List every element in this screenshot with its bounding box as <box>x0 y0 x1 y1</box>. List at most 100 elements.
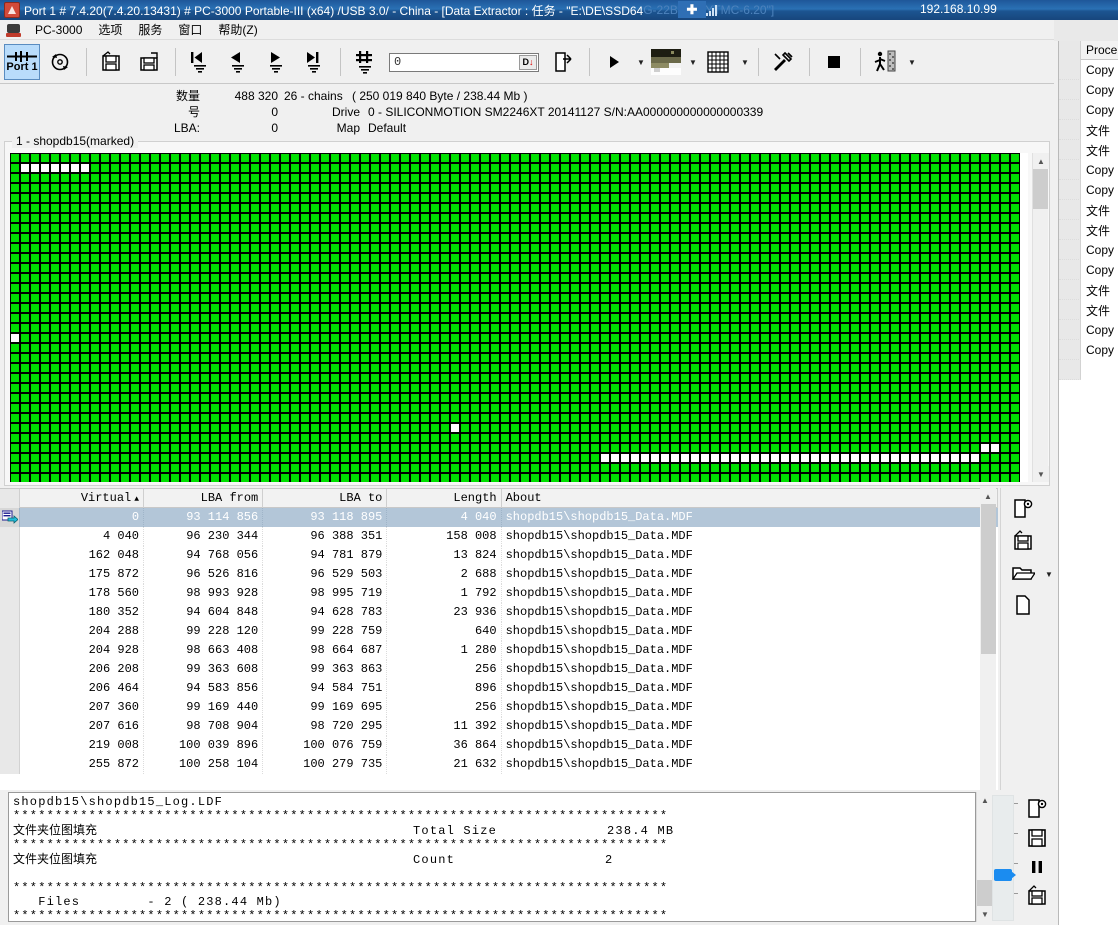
map-cell[interactable] <box>640 333 650 343</box>
map-cell[interactable] <box>260 323 270 333</box>
map-cell[interactable] <box>560 423 570 433</box>
map-cell[interactable] <box>170 293 180 303</box>
map-cell[interactable] <box>820 293 830 303</box>
map-cell[interactable] <box>420 403 430 413</box>
map-cell[interactable] <box>560 303 570 313</box>
map-cell[interactable] <box>850 353 860 363</box>
map-cell[interactable] <box>10 233 20 243</box>
map-cell[interactable] <box>70 473 80 482</box>
map-cell[interactable] <box>210 473 220 482</box>
map-cell[interactable] <box>830 463 840 473</box>
map-cell[interactable] <box>720 343 730 353</box>
map-cell[interactable] <box>560 253 570 263</box>
map-cell[interactable] <box>950 293 960 303</box>
map-cell[interactable] <box>150 253 160 263</box>
map-cell[interactable] <box>110 393 120 403</box>
column-header-virtual[interactable]: Virtual ▲ <box>20 489 145 508</box>
map-cell[interactable] <box>800 413 810 423</box>
map-cell[interactable] <box>30 253 40 263</box>
map-cell[interactable] <box>520 443 530 453</box>
map-cell[interactable] <box>620 413 630 423</box>
map-cell[interactable] <box>930 163 940 173</box>
map-cell[interactable] <box>270 373 280 383</box>
map-cell[interactable] <box>580 183 590 193</box>
map-cell[interactable] <box>480 203 490 213</box>
map-cell[interactable] <box>140 193 150 203</box>
map-cell[interactable] <box>560 293 570 303</box>
map-cell[interactable] <box>80 263 90 273</box>
map-cell[interactable] <box>470 233 480 243</box>
map-cell[interactable] <box>780 463 790 473</box>
map-cell[interactable] <box>220 333 230 343</box>
map-cell[interactable] <box>800 333 810 343</box>
map-cell[interactable] <box>620 273 630 283</box>
map-cell[interactable] <box>710 293 720 303</box>
map-cell[interactable] <box>980 463 990 473</box>
map-cell[interactable] <box>20 273 30 283</box>
map-cell[interactable] <box>720 263 730 273</box>
map-cell[interactable] <box>910 313 920 323</box>
map-cell[interactable] <box>440 383 450 393</box>
map-cell[interactable] <box>190 323 200 333</box>
map-cell[interactable] <box>140 253 150 263</box>
map-cell[interactable] <box>890 353 900 363</box>
map-cell[interactable] <box>320 233 330 243</box>
map-cell[interactable] <box>980 303 990 313</box>
map-cell[interactable] <box>140 223 150 233</box>
map-cell[interactable] <box>410 443 420 453</box>
map-cell[interactable] <box>200 243 210 253</box>
map-cell[interactable] <box>140 233 150 243</box>
map-cell[interactable] <box>80 393 90 403</box>
map-cell[interactable] <box>850 233 860 243</box>
map-cell[interactable] <box>520 273 530 283</box>
map-cell[interactable] <box>50 183 60 193</box>
map-cell[interactable] <box>670 453 680 463</box>
map-cell[interactable] <box>90 373 100 383</box>
map-cell[interactable] <box>950 263 960 273</box>
map-cell[interactable] <box>410 303 420 313</box>
map-cell[interactable] <box>920 203 930 213</box>
map-cell[interactable] <box>810 353 820 363</box>
map-cell[interactable] <box>240 303 250 313</box>
map-cell[interactable] <box>130 173 140 183</box>
map-cell[interactable] <box>690 333 700 343</box>
map-cell[interactable] <box>160 473 170 482</box>
map-cell[interactable] <box>310 333 320 343</box>
map-cell[interactable] <box>370 243 380 253</box>
map-cell[interactable] <box>30 343 40 353</box>
map-cell[interactable] <box>280 383 290 393</box>
map-cell[interactable] <box>260 303 270 313</box>
map-cell[interactable] <box>380 353 390 363</box>
map-cell[interactable] <box>950 223 960 233</box>
map-cell[interactable] <box>780 223 790 233</box>
map-cell[interactable] <box>1010 333 1020 343</box>
map-cell[interactable] <box>10 163 20 173</box>
map-cell[interactable] <box>850 413 860 423</box>
map-cell[interactable] <box>200 223 210 233</box>
map-cell[interactable] <box>870 293 880 303</box>
map-cell[interactable] <box>200 153 210 163</box>
extract-log-button[interactable] <box>1022 795 1052 823</box>
map-cell[interactable] <box>480 313 490 323</box>
map-cell[interactable] <box>240 403 250 413</box>
menu-item-window[interactable]: 窗口 <box>170 19 210 40</box>
map-cell[interactable] <box>530 213 540 223</box>
map-scroll-up-arrow-icon[interactable]: ▲ <box>1033 153 1049 169</box>
map-cell[interactable] <box>620 383 630 393</box>
map-cell[interactable] <box>160 423 170 433</box>
map-cell[interactable] <box>110 353 120 363</box>
map-cell[interactable] <box>510 173 520 183</box>
map-cell[interactable] <box>780 383 790 393</box>
map-cell[interactable] <box>830 293 840 303</box>
map-cell[interactable] <box>930 333 940 343</box>
map-cell[interactable] <box>920 473 930 482</box>
map-cell[interactable] <box>720 313 730 323</box>
map-cell[interactable] <box>800 313 810 323</box>
map-cell[interactable] <box>20 393 30 403</box>
map-cell[interactable] <box>540 383 550 393</box>
map-cell[interactable] <box>720 163 730 173</box>
map-cell[interactable] <box>830 433 840 443</box>
map-cell[interactable] <box>960 403 970 413</box>
map-cell[interactable] <box>580 173 590 183</box>
map-cell[interactable] <box>810 153 820 163</box>
